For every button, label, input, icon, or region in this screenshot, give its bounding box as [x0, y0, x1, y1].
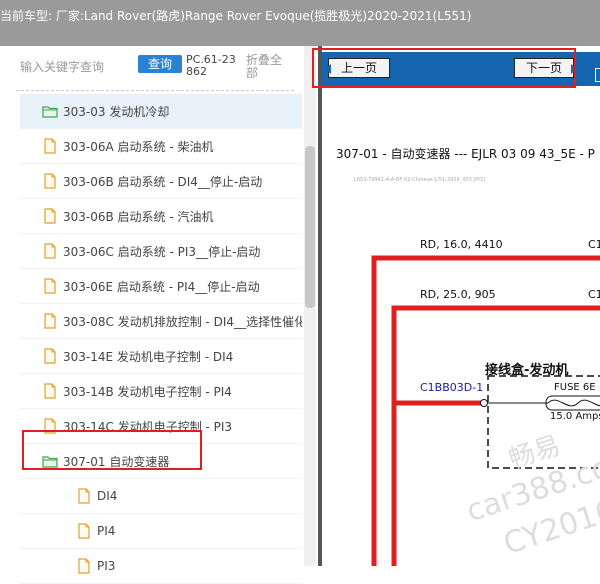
tree-item-label: 303-06A 启动系统 - 柴油机 — [63, 139, 214, 154]
junction-box-label: 接线盒-发动机 — [485, 363, 569, 378]
right-code-1: C1 — [588, 238, 600, 251]
document-icon — [42, 313, 58, 329]
document-icon — [76, 558, 92, 574]
connector-pin — [480, 399, 488, 407]
highlight-tree-item — [22, 430, 202, 470]
tree-item-label: PI4 — [97, 524, 116, 538]
tree-item-label: 303-06B 启动系统 - 汽油机 — [63, 209, 214, 224]
wire-label-905: RD, 25.0, 905 — [420, 288, 496, 301]
document-icon — [42, 243, 58, 259]
tree-item-label: 303-06B 启动系统 - DI4__停止-启动 — [63, 174, 263, 189]
collapse-all-button[interactable]: 折叠全部 — [246, 54, 286, 80]
fuse-rating-label: 15.0 Amps — [550, 411, 600, 422]
tree-item-label: DI4 — [97, 489, 118, 503]
tree-item-label: PI3 — [97, 559, 116, 573]
document-icon — [42, 383, 58, 399]
current-model-label: 当前车型: 厂家:Land Rover(路虎)Range Rover Evoqu… — [0, 9, 472, 23]
tree-item[interactable]: 303-06B 启动系统 - DI4__停止-启动 — [20, 164, 302, 199]
tree-item[interactable]: PI3 — [20, 549, 302, 584]
tree-item-label: 303-03 发动机冷却 — [63, 104, 170, 119]
tree-item-label: 303-08C 发动机排放控制 - DI4__选择性催化还原 — [63, 314, 302, 329]
tree-item-label: 303-14E 发动机电子控制 - DI4 — [63, 349, 234, 364]
header-bar: 当前车型: 厂家:Land Rover(路虎)Range Rover Evoqu… — [0, 0, 600, 46]
tree-item[interactable]: 303-06B 启动系统 - 汽油机 — [20, 199, 302, 234]
tree-item[interactable]: 303-06A 启动系统 - 柴油机 — [20, 129, 302, 164]
document-icon — [42, 348, 58, 364]
tree-item-label: 303-14B 发动机电子控制 - PI4 — [63, 384, 232, 399]
tree-item-label: 303-06C 启动系统 - PI3__停止-启动 — [63, 244, 261, 259]
tree-item[interactable]: 303-14E 发动机电子控制 - DI4 — [20, 339, 302, 374]
tree-item[interactable]: 303-06C 启动系统 - PI3__停止-启动 — [20, 234, 302, 269]
connector-label: C1BB03D-1 — [420, 381, 484, 394]
tree-item[interactable]: DI4 — [20, 479, 302, 514]
document-icon — [42, 173, 58, 189]
tree-item[interactable]: 303-03 发动机冷却 — [20, 94, 302, 129]
document-icon — [76, 523, 92, 539]
tree-scrollbar-thumb[interactable] — [305, 146, 315, 308]
document-icon — [76, 488, 92, 504]
wire-label-4410: RD, 16.0, 4410 — [420, 238, 503, 251]
document-icon — [42, 208, 58, 224]
right-code-2: C1 — [588, 288, 600, 301]
folder-open-icon — [42, 103, 58, 119]
highlight-nav-buttons — [312, 48, 576, 88]
catalog-panel: 查询 PC.61-23862 折叠全部 303-03 发动机冷却 303-06A … — [0, 46, 318, 584]
document-icon — [42, 278, 58, 294]
tree-item-label: 303-06E 启动系统 - PI4__停止-启动 — [63, 279, 260, 294]
catalog-tree: 303-03 发动机冷却 303-06A 启动系统 - 柴油机 303-06B 启动… — [20, 94, 302, 584]
tree-item[interactable]: 303-08C 发动机排放控制 - DI4__选择性催化还原 — [20, 304, 302, 339]
search-divider — [16, 90, 294, 91]
tree-item[interactable]: 303-06E 启动系统 - PI4__停止-启动 — [20, 269, 302, 304]
diagram-viewer: 上一页 下一页 307-01 - 自动变速器 --- EJLR 03 09 43… — [322, 46, 600, 566]
tree-item[interactable]: PI4 — [20, 514, 302, 549]
part-number-label: PC.61-23862 — [186, 53, 236, 78]
tree-item[interactable]: 303-14B 发动机电子控制 - PI4 — [20, 374, 302, 409]
search-input[interactable] — [18, 56, 134, 78]
fuse-symbol — [547, 399, 600, 407]
search-button[interactable]: 查询 — [138, 55, 182, 73]
fuse-name-label: FUSE 6E — [554, 382, 596, 393]
document-icon — [42, 138, 58, 154]
